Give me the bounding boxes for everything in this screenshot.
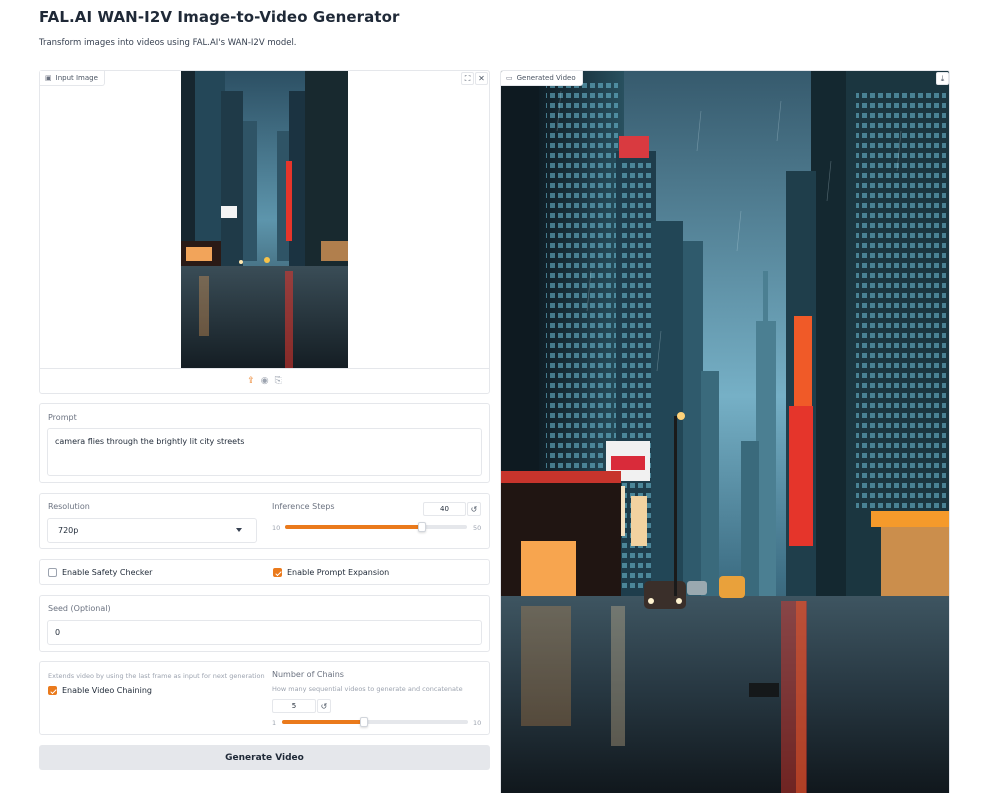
input-image-panel[interactable]: ▣ Input Image ⛶ ✕ ⇪ ◉ ⎘ <box>39 70 490 394</box>
fullscreen-icon[interactable]: ⛶ <box>461 72 474 85</box>
prompt-label: Prompt <box>48 413 77 422</box>
safety-checker-label[interactable]: Enable Safety Checker <box>62 568 152 577</box>
upload-icon[interactable]: ⇪ <box>247 376 255 386</box>
safety-checker-checkbox[interactable] <box>48 568 57 577</box>
input-image-preview <box>181 71 348 369</box>
chains-label: Number of Chains <box>272 670 344 679</box>
prompt-expansion-label[interactable]: Enable Prompt Expansion <box>287 568 389 577</box>
inference-steps-slider-fill <box>285 525 422 529</box>
output-video-panel[interactable]: ▭ Generated Video ⤓ <box>500 70 950 793</box>
chains-input[interactable]: 5 <box>272 699 316 713</box>
inference-steps-max: 50 <box>473 524 482 532</box>
chaining-panel: Extends video by using the last frame as… <box>39 661 490 735</box>
inference-steps-label: Inference Steps <box>272 502 335 511</box>
prompt-panel: Prompt camera flies through the brightly… <box>39 403 490 483</box>
prompt-expansion-checkbox[interactable] <box>273 568 282 577</box>
generate-button[interactable]: Generate Video <box>39 745 490 770</box>
seed-panel: Seed (Optional) 0 <box>39 595 490 652</box>
resolution-dropdown[interactable]: 720p <box>47 518 257 543</box>
resolution-selected: 720p <box>58 526 79 535</box>
video-icon: ▭ <box>506 74 513 82</box>
chevron-down-icon <box>236 528 242 532</box>
inference-steps-min: 10 <box>272 524 281 532</box>
page-subtitle: Transform images into videos using FAL.A… <box>39 38 297 48</box>
close-icon[interactable]: ✕ <box>475 72 488 85</box>
chains-slider-fill <box>282 720 364 724</box>
page-title: FAL.AI WAN-I2V Image-to-Video Generator <box>39 8 400 26</box>
input-image-label: ▣ Input Image <box>40 71 105 86</box>
video-chaining-checkbox[interactable] <box>48 686 57 695</box>
image-icon: ▣ <box>45 74 52 82</box>
chains-max: 10 <box>473 719 482 727</box>
seed-input[interactable]: 0 <box>47 620 482 645</box>
clipboard-icon[interactable]: ⎘ <box>275 376 282 386</box>
city-scene-large <box>501 71 949 793</box>
output-video-label: ▭ Generated Video <box>501 71 583 86</box>
chains-slider-thumb[interactable] <box>359 717 368 727</box>
chaining-hint: Extends video by using the last frame as… <box>48 672 265 680</box>
resolution-label: Resolution <box>48 502 90 511</box>
webcam-icon[interactable]: ◉ <box>261 376 269 386</box>
chains-hint: How many sequential videos to generate a… <box>272 685 463 693</box>
inference-steps-input[interactable]: 40 <box>423 502 466 516</box>
input-source-toolbar: ⇪ ◉ ⎘ <box>40 368 489 393</box>
chains-reset-icon[interactable]: ↺ <box>317 699 331 713</box>
inference-steps-slider-thumb[interactable] <box>417 522 426 532</box>
video-chaining-label[interactable]: Enable Video Chaining <box>62 686 152 695</box>
inference-steps-slider[interactable] <box>285 522 467 532</box>
chains-min: 1 <box>272 719 277 727</box>
city-scene-small <box>181 71 348 369</box>
settings-panel: Resolution 720p Inference Steps 40 ↺ 10 … <box>39 493 490 549</box>
seed-label: Seed (Optional) <box>48 604 111 613</box>
inference-steps-reset-icon[interactable]: ↺ <box>467 502 481 516</box>
prompt-input[interactable]: camera flies through the brightly lit ci… <box>47 428 482 476</box>
output-video-player[interactable] <box>501 71 949 793</box>
options-panel: Enable Safety Checker Enable Prompt Expa… <box>39 559 490 585</box>
chains-slider[interactable] <box>282 717 468 727</box>
download-icon[interactable]: ⤓ <box>936 72 949 85</box>
